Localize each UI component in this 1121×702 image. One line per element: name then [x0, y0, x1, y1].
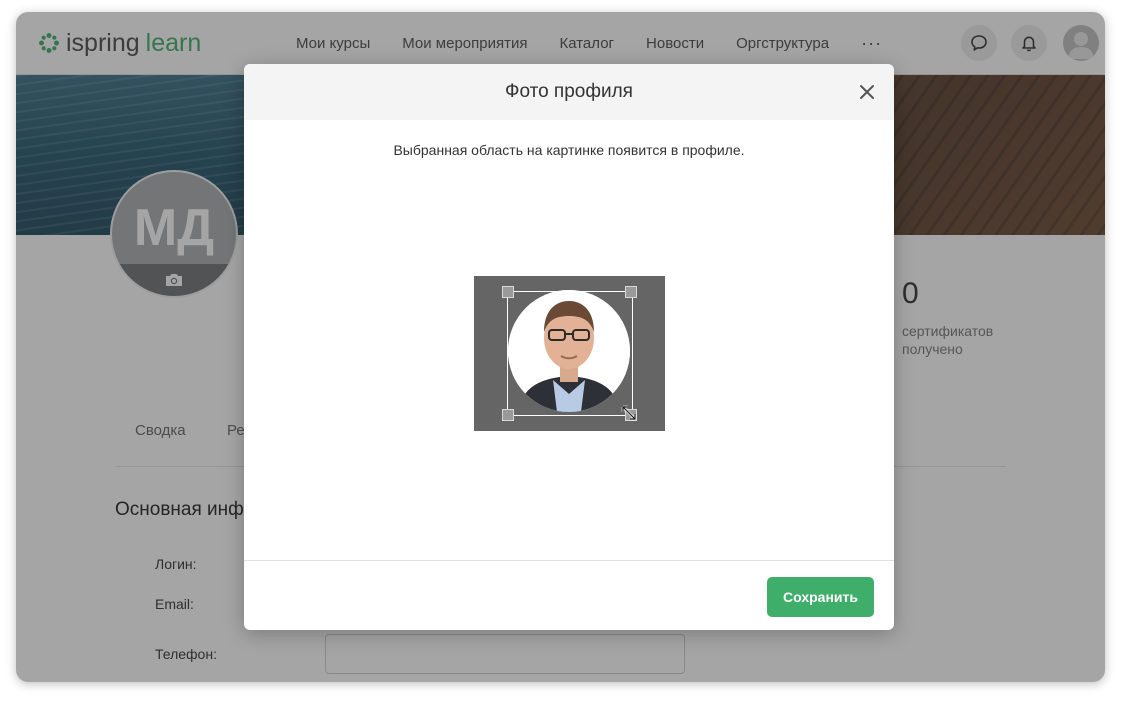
- save-button[interactable]: Сохранить: [767, 577, 874, 617]
- crop-hint-text: Выбранная область на картинке появится в…: [393, 142, 745, 158]
- crop-handle-top-left[interactable]: [502, 286, 514, 298]
- modal-footer: Сохранить: [244, 560, 894, 630]
- modal-header: Фото профиля: [244, 64, 894, 120]
- resize-cursor-icon: [621, 405, 637, 421]
- close-button[interactable]: [856, 81, 878, 103]
- crop-handle-top-right[interactable]: [625, 286, 637, 298]
- modal-title: Фото профиля: [505, 81, 633, 102]
- photo-crop-area[interactable]: [474, 276, 665, 431]
- close-icon: [860, 85, 874, 99]
- profile-photo-modal: Фото профиля Выбранная область на картин…: [244, 64, 894, 630]
- crop-handle-bottom-left[interactable]: [502, 409, 514, 421]
- crop-selection-frame[interactable]: [507, 291, 633, 416]
